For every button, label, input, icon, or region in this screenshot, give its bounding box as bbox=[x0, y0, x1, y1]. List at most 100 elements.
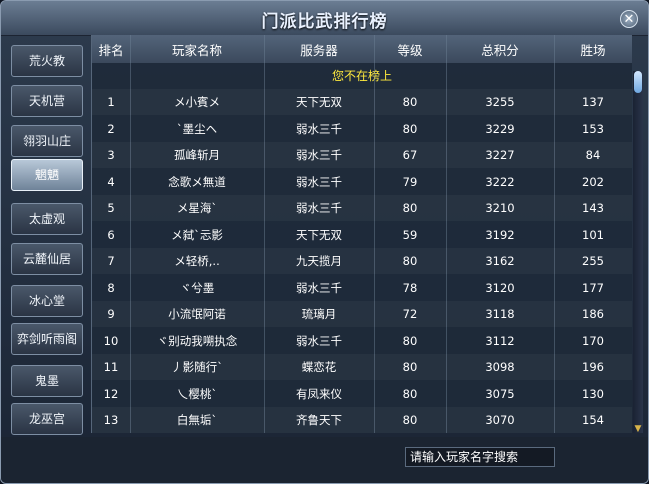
cell-rank: 13 bbox=[103, 413, 119, 427]
cell-server: 九天揽月 bbox=[296, 254, 342, 268]
cell-wins: 154 bbox=[582, 413, 604, 427]
table-row[interactable]: 4 念歌メ無道 弱水三千 79 3222 202 bbox=[92, 169, 632, 195]
cell-player-name: ˋ墨尘ヘ bbox=[176, 121, 218, 136]
cell-level: 80 bbox=[402, 254, 418, 268]
table-row[interactable]: 7 メ轻桥,.. 九天揽月 80 3162 255 bbox=[92, 248, 632, 274]
cell-wins: 196 bbox=[582, 360, 604, 374]
title-bar[interactable]: 门派比武排行榜 ✕ bbox=[1, 1, 648, 36]
sidebar-item-3[interactable]: 魍魉 bbox=[11, 159, 83, 191]
cell-wins: 186 bbox=[582, 307, 604, 321]
cell-player-name: ヾ兮墨 bbox=[179, 280, 215, 295]
cell-wins: 177 bbox=[582, 280, 604, 295]
cell-rank: 10 bbox=[103, 333, 119, 348]
cell-server: 天下无双 bbox=[296, 95, 342, 109]
cell-server: 天下无双 bbox=[296, 227, 342, 242]
cell-total-score: 3075 bbox=[485, 386, 515, 401]
cell-level: 80 bbox=[402, 333, 418, 348]
cell-total-score: 3120 bbox=[485, 280, 515, 295]
cell-total-score: 3227 bbox=[485, 148, 515, 162]
cell-server: 弱水三千 bbox=[296, 121, 342, 136]
cell-total-score: 3222 bbox=[485, 174, 515, 189]
cell-player-name: メ弑ˋ忈影 bbox=[171, 227, 223, 242]
sidebar-item-9[interactable]: 龙巫宫 bbox=[11, 403, 83, 435]
column-header-server: 服务器 bbox=[300, 42, 338, 58]
sect-sidebar: 荒火教天机营翎羽山庄 魍魉太虚观云麓仙居冰心堂弈剑听雨阁鬼墨龙巫宫 bbox=[7, 35, 85, 435]
table-row[interactable]: 1 メ小賓メ 天下无双 80 3255 137 bbox=[92, 89, 632, 115]
table-row[interactable]: 8 ヾ兮墨 弱水三千 78 3120 177 bbox=[92, 275, 632, 301]
cell-level: 80 bbox=[402, 121, 418, 136]
column-header-wins: 胜场 bbox=[580, 42, 606, 58]
cell-rank: 3 bbox=[107, 148, 115, 162]
cell-server: 弱水三千 bbox=[296, 333, 342, 348]
cell-player-name: ヾ别动我嗍执念 bbox=[156, 333, 238, 348]
scrollbar-track[interactable] bbox=[633, 71, 643, 433]
cell-player-name: メ轻桥,.. bbox=[174, 254, 220, 268]
cell-server: 弱水三千 bbox=[296, 280, 342, 295]
cell-level: 79 bbox=[402, 174, 418, 189]
sidebar-item-0[interactable]: 荒火教 bbox=[11, 45, 83, 77]
cell-level: 59 bbox=[402, 227, 418, 242]
cell-server: 弱水三千 bbox=[296, 174, 342, 189]
cell-total-score: 3229 bbox=[485, 121, 515, 136]
cell-level: 72 bbox=[402, 307, 418, 321]
window-title: 门派比武排行榜 bbox=[261, 12, 388, 32]
sidebar-item-1[interactable]: 天机营 bbox=[11, 85, 83, 117]
cell-server: 有凤来仪 bbox=[296, 386, 342, 401]
column-header-rank: 排名 bbox=[98, 42, 124, 58]
column-header-player-name: 玩家名称 bbox=[171, 42, 222, 58]
cell-rank: 5 bbox=[107, 201, 115, 215]
sidebar-item-6[interactable]: 冰心堂 bbox=[11, 285, 83, 317]
cell-wins: 137 bbox=[582, 95, 604, 109]
cell-rank: 9 bbox=[107, 307, 115, 321]
table-row[interactable]: 6 メ弑ˋ忈影 天下无双 59 3192 101 bbox=[92, 222, 632, 248]
cell-wins: 143 bbox=[582, 201, 604, 215]
table-row[interactable]: 3 孤峰斩月 弱水三千 67 3227 84 bbox=[92, 142, 632, 168]
table-row[interactable]: 2 ˋ墨尘ヘ 弱水三千 80 3229 153 bbox=[92, 116, 632, 142]
cell-player-name: メ小賓メ bbox=[174, 95, 220, 109]
cell-level: 80 bbox=[402, 95, 418, 109]
cell-server: 琉璃月 bbox=[301, 307, 337, 321]
cell-total-score: 3118 bbox=[485, 307, 515, 321]
close-icon[interactable]: ✕ bbox=[620, 10, 638, 28]
cell-server: 齐鲁天下 bbox=[296, 413, 342, 427]
cell-level: 80 bbox=[402, 360, 418, 374]
cell-total-score: 3112 bbox=[485, 333, 515, 348]
table-row[interactable]: 5 メ星海ˋ 弱水三千 80 3210 143 bbox=[92, 195, 632, 221]
sidebar-item-5[interactable]: 云麓仙居 bbox=[11, 243, 83, 275]
sidebar-item-7[interactable]: 弈剑听雨阁 bbox=[11, 323, 83, 355]
cell-rank: 4 bbox=[107, 174, 115, 189]
cell-rank: 7 bbox=[107, 254, 115, 268]
table-row[interactable]: 11 丿影随行ˋ 蝶恋花 80 3098 196 bbox=[92, 354, 632, 380]
ranking-table: 排名 玩家名称 服务器 等级 总积分 胜场 您不在榜上 1 メ小賓メ 天下无双 80 3255 13… bbox=[91, 35, 632, 433]
table-row[interactable]: 10 ヾ别动我嗍执念 弱水三千 80 3112 170 bbox=[92, 328, 632, 354]
cell-total-score: 3255 bbox=[485, 95, 515, 109]
cell-player-name: 小流氓阿诺 bbox=[168, 307, 226, 321]
cell-player-name: 乀樱桃ˋ bbox=[176, 386, 218, 401]
cell-wins: 101 bbox=[582, 227, 604, 242]
table-row[interactable]: 12 乀樱桃ˋ 有凤来仪 80 3075 130 bbox=[92, 381, 632, 407]
cell-level: 80 bbox=[402, 201, 418, 215]
cell-total-score: 3210 bbox=[485, 201, 515, 215]
table-header: 排名 玩家名称 服务器 等级 总积分 胜场 bbox=[92, 35, 632, 63]
cell-total-score: 3098 bbox=[485, 360, 515, 374]
player-search-input[interactable] bbox=[405, 447, 555, 467]
sidebar-item-8[interactable]: 鬼墨 bbox=[11, 365, 83, 397]
cell-server: 弱水三千 bbox=[296, 201, 342, 215]
cell-total-score: 3192 bbox=[485, 227, 515, 242]
sidebar-item-4[interactable]: 太虚观 bbox=[11, 203, 83, 235]
cell-player-name: 丿影随行ˋ bbox=[171, 360, 223, 374]
scrollbar-thumb[interactable] bbox=[634, 71, 642, 93]
cell-wins: 130 bbox=[582, 386, 604, 401]
table-row[interactable]: 9 小流氓阿诺 琉璃月 72 3118 186 bbox=[92, 301, 632, 327]
cell-total-score: 3070 bbox=[485, 413, 515, 427]
cell-server: 弱水三千 bbox=[296, 148, 342, 162]
scroll-down-arrow-icon[interactable]: ▼ bbox=[634, 425, 642, 434]
cell-wins: 170 bbox=[582, 333, 604, 348]
sidebar-item-2[interactable]: 翎羽山庄 bbox=[11, 125, 83, 157]
table-row[interactable]: 13 白無垢ˋ 齐鲁天下 80 3070 154 bbox=[92, 407, 632, 433]
cell-rank: 8 bbox=[107, 280, 115, 295]
cell-level: 80 bbox=[402, 413, 418, 427]
cell-rank: 2 bbox=[107, 121, 115, 136]
cell-wins: 255 bbox=[582, 254, 604, 268]
not-ranked-notice: 您不在榜上 bbox=[331, 69, 392, 83]
